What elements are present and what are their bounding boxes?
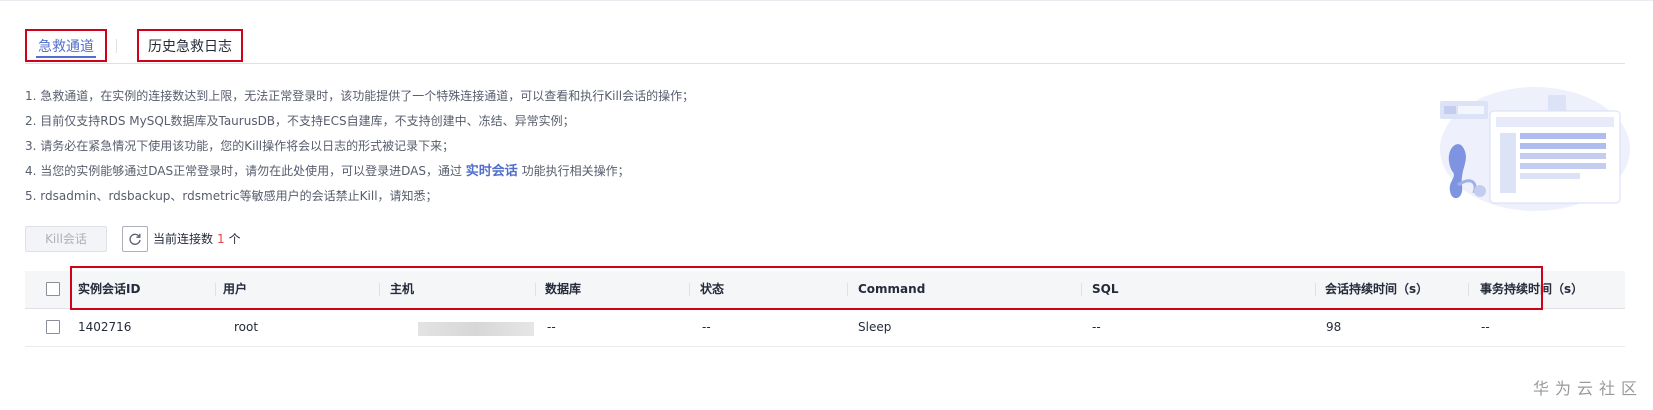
column-header-database[interactable]: 数据库	[545, 271, 581, 308]
cell-transaction-duration: --	[1481, 320, 1490, 334]
row-select-checkbox[interactable]	[46, 320, 60, 334]
note-text-after: 功能执行相关操作；	[517, 164, 630, 178]
connection-count-label: 当前连接数	[153, 232, 214, 246]
cell-user: root	[234, 320, 259, 334]
column-header-host[interactable]: 主机	[390, 271, 414, 308]
connection-count: 当前连接数 1 个	[153, 230, 241, 247]
rescue-page: 急救通道 历史急救日志 1. 急救通道，在实例的连接数达到上限，无法正常登录时，…	[0, 0, 1653, 410]
refresh-button[interactable]	[122, 226, 148, 252]
watermark: 华为云社区	[1532, 379, 1643, 398]
column-divider	[1081, 283, 1082, 296]
table-header: 实例会话ID 用户 主机 数据库 状态 Command SQL 会话持续时间（s…	[25, 266, 1625, 310]
note-item: 1. 急救通道，在实例的连接数达到上限，无法正常登录时，该功能提供了一个特殊连接…	[25, 89, 695, 103]
column-divider	[535, 283, 536, 296]
note-item: 2. 目前仅支持RDS MySQL数据库及TaurusDB，不支持ECS自建库，…	[25, 114, 575, 128]
tab-divider	[116, 39, 117, 53]
tab-history-log-label: 历史急救日志	[148, 39, 232, 55]
connection-count-unit: 个	[228, 232, 241, 246]
tab-bar: 急救通道 历史急救日志	[25, 29, 1625, 64]
cell-session-duration: 98	[1326, 320, 1342, 334]
cell-database: --	[547, 320, 556, 334]
table-row[interactable]: 1402716 root -- -- Sleep -- 98 --	[25, 309, 1625, 347]
tab-rescue-channel[interactable]: 急救通道	[25, 29, 107, 62]
column-divider	[379, 283, 380, 296]
select-all-checkbox[interactable]	[46, 282, 60, 296]
column-divider	[1468, 283, 1469, 296]
tab-rescue-channel-label: 急救通道	[38, 39, 94, 55]
note-item: 4. 当您的实例能够通过DAS正常登录时，请勿在此处使用，可以登录进DAS，通过…	[25, 159, 1325, 184]
note-text-before: 4. 当您的实例能够通过DAS正常登录时，请勿在此处使用，可以登录进DAS，通过	[25, 164, 466, 178]
rescue-notes: 1. 急救通道，在实例的连接数达到上限，无法正常登录时，该功能提供了一个特殊连接…	[25, 84, 1325, 209]
cell-host-redacted	[418, 322, 534, 336]
connection-count-value: 1	[217, 232, 225, 246]
active-tab-indicator	[36, 56, 96, 58]
column-header-command[interactable]: Command	[858, 271, 925, 308]
column-divider	[1315, 283, 1316, 296]
note-item: 3. 请务必在紧急情况下使用该功能，您的Kill操作将会以日志的形式被记录下来；	[25, 139, 455, 153]
note-item: 5. rdsadmin、rdsbackup、rdsmetric等敏感用户的会话禁…	[25, 189, 438, 203]
realtime-session-link[interactable]: 实时会话	[466, 164, 518, 179]
session-table: 实例会话ID 用户 主机 数据库 状态 Command SQL 会话持续时间（s…	[25, 266, 1625, 347]
column-header-user[interactable]: 用户	[223, 271, 247, 308]
cell-sql: --	[1092, 320, 1101, 334]
header-highlight-box	[70, 266, 1543, 310]
tab-history-log[interactable]: 历史急救日志	[137, 29, 243, 62]
column-header-sql[interactable]: SQL	[1092, 271, 1119, 308]
column-header-status[interactable]: 状态	[700, 271, 724, 308]
column-divider	[215, 283, 216, 296]
column-header-session-id[interactable]: 实例会话ID	[78, 271, 140, 308]
kill-session-button[interactable]: Kill会话	[25, 226, 107, 252]
cell-session-id: 1402716	[78, 320, 132, 334]
column-header-transaction-duration[interactable]: 事务持续时间（s）	[1480, 271, 1583, 308]
refresh-icon	[129, 233, 141, 245]
column-divider	[689, 283, 690, 296]
column-header-session-duration[interactable]: 会话持续时间（s）	[1325, 271, 1428, 308]
column-divider	[847, 283, 848, 296]
rescue-illustration-icon	[1440, 87, 1630, 211]
cell-status: --	[702, 320, 711, 334]
cell-command: Sleep	[858, 320, 892, 334]
